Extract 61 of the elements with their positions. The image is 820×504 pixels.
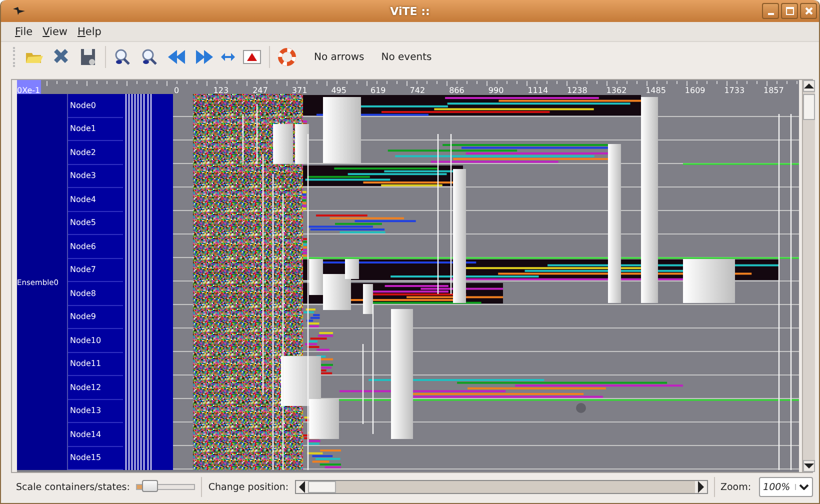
container-label: Node12	[70, 382, 102, 392]
ruler-label: 1362	[606, 86, 627, 95]
container-label: Node2	[70, 148, 96, 157]
container-label: Node13	[70, 406, 102, 416]
fast-forward-icon[interactable]	[194, 47, 214, 67]
container-label: Node4	[70, 194, 96, 204]
scroll-thumb[interactable]	[803, 94, 815, 120]
close-icon[interactable]	[804, 7, 812, 15]
scale-label: Scale containers/states:	[16, 482, 130, 492]
ruler-label: 495	[331, 86, 346, 95]
events-status: No events	[381, 52, 432, 62]
container-label: Node11	[70, 359, 102, 368]
rewind-icon[interactable]	[167, 47, 187, 67]
scroll-thumb[interactable]	[308, 481, 336, 493]
position-label: Change position:	[208, 482, 289, 492]
slider-thumb[interactable]	[142, 480, 158, 492]
double-arrow-icon[interactable]	[221, 53, 235, 61]
container-label: Node5	[70, 218, 96, 228]
ruler-label: 1485	[646, 86, 666, 95]
menu-item[interactable]: View	[42, 26, 68, 38]
ruler-label: 123	[213, 86, 229, 95]
container-label: Node9	[70, 312, 96, 322]
left-arrow-icon[interactable]	[296, 481, 308, 493]
ruler-label: 1733	[724, 86, 745, 95]
ruler-label: 866	[449, 86, 464, 95]
ruler-label: 0	[174, 86, 180, 95]
ruler-label: 371	[292, 86, 308, 95]
container-label: Node6	[70, 242, 96, 251]
vertical-scrollbar[interactable]	[802, 80, 815, 472]
window-title: ViTE ::	[390, 4, 430, 18]
menu-item[interactable]: Help	[78, 26, 102, 38]
container-label: Node7	[70, 265, 96, 274]
maximize-icon[interactable]	[786, 7, 794, 15]
container-label: Node10	[70, 336, 102, 345]
zoom-label: Zoom:	[720, 482, 752, 492]
ruler-label: 247	[252, 86, 268, 95]
container-label: Node0	[70, 100, 96, 110]
container-label: Node1	[70, 124, 96, 134]
right-arrow-icon[interactable]	[694, 481, 707, 493]
app-icon	[13, 7, 25, 15]
close-button[interactable]	[800, 3, 817, 19]
minimize-button[interactable]	[762, 3, 779, 19]
lifebuoy-icon[interactable]	[277, 47, 297, 67]
zoom-combobox[interactable]: 100%	[759, 477, 813, 497]
maximize-button[interactable]	[781, 3, 798, 19]
container-label: Node15	[70, 453, 102, 462]
arrows-status: No arrows	[314, 52, 364, 62]
save-icon[interactable]	[78, 47, 98, 67]
menu-item[interactable]: File	[15, 26, 33, 38]
ruler-label: 1857	[764, 86, 784, 95]
ruler-label: 1238	[567, 86, 588, 95]
position-scrollbar[interactable]	[294, 480, 708, 494]
ruler-label: 1114	[528, 86, 548, 95]
ruler-label: 742	[410, 86, 426, 95]
container-label: Node3	[70, 171, 96, 180]
ruler-label: 1609	[684, 86, 706, 95]
container-label: Node14	[70, 430, 102, 439]
ruler-label: 619	[370, 86, 386, 95]
ruler-label: 990	[488, 86, 504, 95]
ruler-label: 0Xe-1	[17, 86, 40, 95]
container-label: Node8	[70, 288, 96, 298]
